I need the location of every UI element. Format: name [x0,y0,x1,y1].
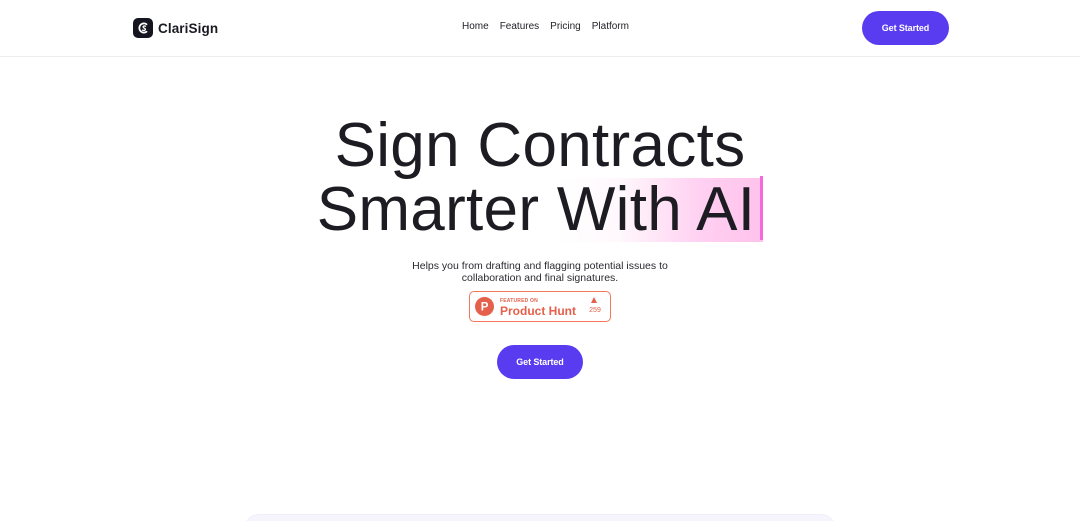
nav-get-started-button[interactable]: Get Started [862,11,949,45]
product-hunt-name: Product Hunt [500,304,576,318]
brand[interactable]: ClariSign [133,18,218,38]
nav-link-platform[interactable]: Platform [592,21,629,32]
nav-link-features[interactable]: Features [500,21,539,32]
hero-get-started-button[interactable]: Get Started [497,345,583,379]
clarisign-logo-icon [133,18,153,38]
upvote-count: 259 [589,307,601,314]
nav-link-home[interactable]: Home [462,21,489,32]
product-hunt-logo-letter: P [481,302,489,314]
hero-subtitle: Helps you from drafting and flagging pot… [0,260,1080,284]
hero-title-highlight: With AI [556,175,764,244]
text-caret [760,176,764,240]
hero-subtitle-line-2: collaboration and final signatures. [461,271,619,284]
preview-card [244,514,836,521]
hero-subtitle-line-1: Helps you from drafting and flagging pot… [412,260,668,272]
hero-title: Sign Contracts Smarter With AI [0,114,1080,242]
top-navbar: ClariSign Home Features Pricing Platform… [0,0,1080,57]
hero-title-line-2: Smarter With AI [0,175,1080,244]
hero-title-highlight-text: With AI [556,175,756,244]
main-nav: Home Features Pricing Platform [462,21,629,32]
product-hunt-logo-icon: P [475,297,494,316]
nav-link-pricing[interactable]: Pricing [550,21,581,32]
hero-title-line-1: Sign Contracts [334,111,746,180]
brand-name: ClariSign [158,20,219,36]
hero-title-prefix: Smarter [316,175,557,244]
upvote-arrow-icon [591,297,597,303]
product-hunt-badge[interactable]: P FEATURED ON Product Hunt 259 [469,291,611,322]
